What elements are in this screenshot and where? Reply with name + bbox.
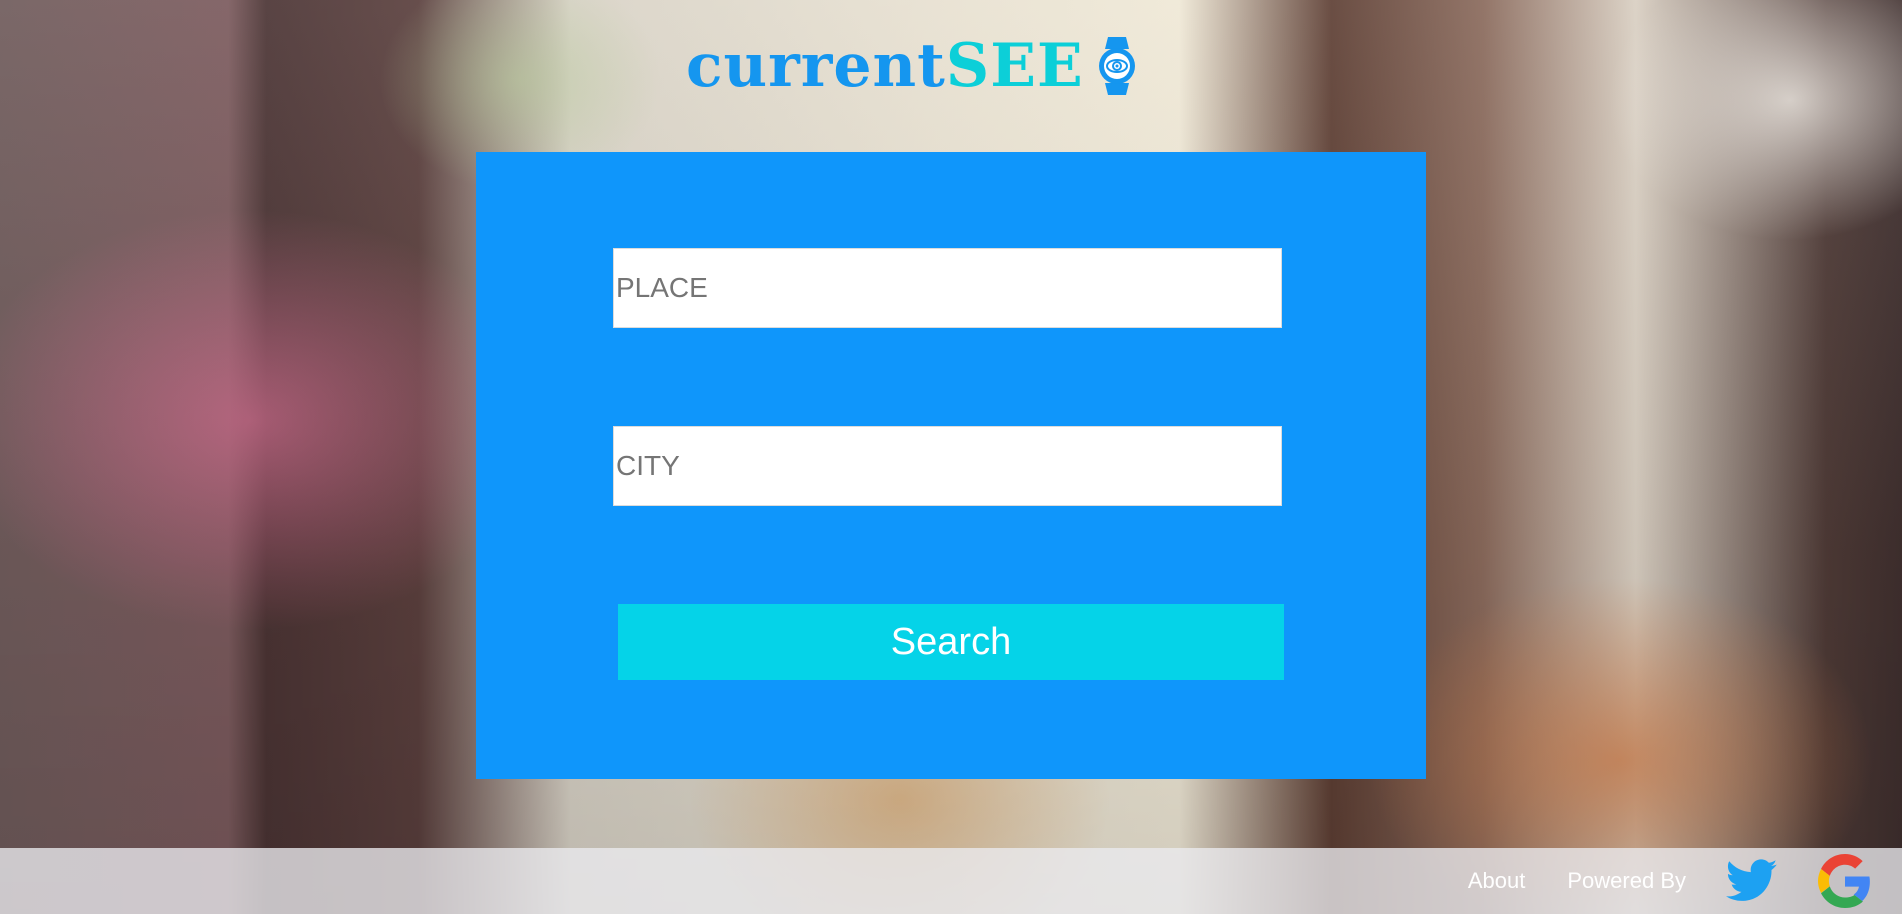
logo-text: currentSEE [686,36,1084,96]
city-input[interactable] [613,426,1282,506]
footer: About Powered By [0,848,1902,914]
twitter-icon[interactable] [1726,859,1778,903]
google-icon[interactable] [1818,854,1872,908]
logo-text-current: current [686,31,946,101]
search-card: Search [476,152,1426,779]
page: currentSEE Search About Powered By [0,0,1902,914]
powered-by-link[interactable]: Powered By [1567,868,1686,894]
logo-text-see: SEE [945,31,1084,101]
watch-eye-icon [1098,37,1135,95]
search-button[interactable]: Search [618,604,1284,680]
place-input[interactable] [613,248,1282,328]
about-link[interactable]: About [1468,868,1526,894]
logo[interactable]: currentSEE [686,30,1138,102]
